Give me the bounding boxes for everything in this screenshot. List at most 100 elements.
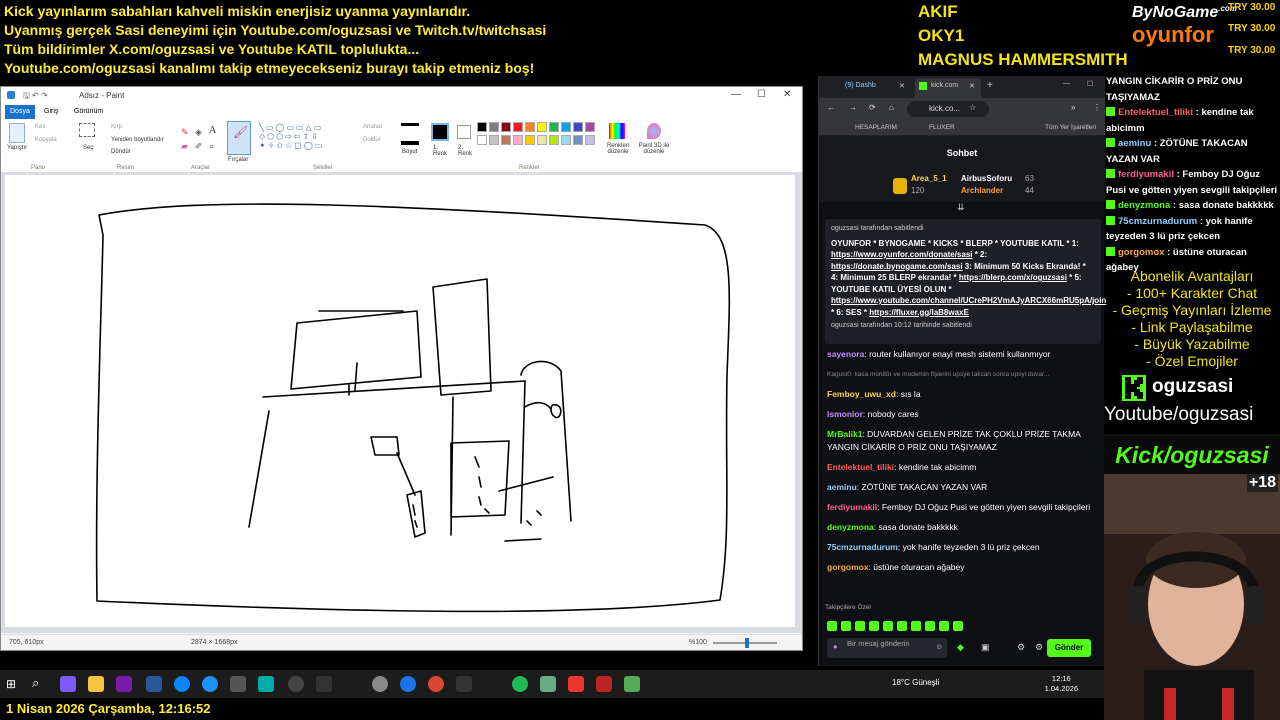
- back-icon[interactable]: ←: [827, 103, 835, 112]
- bookmark-all[interactable]: Tüm Yer İşaretleri: [1045, 124, 1096, 131]
- collapse-chevron-icon[interactable]: ⇊: [957, 202, 965, 213]
- tab-dashboard[interactable]: (9) Dashb: [845, 82, 876, 89]
- color-picker-icon[interactable]: ✐: [195, 141, 203, 152]
- paint-taskbar-icon[interactable]: [624, 676, 640, 692]
- shapes-gallery[interactable]: ╲▭◯▭▭△▭ ◇⬠⬡⇨⇦⇧⇩ ✦✧✩☆▢◯▭: [259, 123, 355, 153]
- emote-icon[interactable]: [953, 621, 963, 631]
- emote-icon[interactable]: [869, 621, 879, 631]
- palette-swatch[interactable]: [573, 122, 583, 132]
- windows-start-icon[interactable]: ⊞: [6, 676, 22, 692]
- chat-username[interactable]: Entelektuel_tiliki: [827, 462, 894, 472]
- edit-colors-label[interactable]: Renkleri düzenle: [603, 143, 633, 155]
- extensions-icon[interactable]: »: [1071, 103, 1075, 112]
- chat-username[interactable]: aeminu: [827, 482, 857, 492]
- emote-icon[interactable]: [827, 621, 837, 631]
- minimize-button[interactable]: —: [731, 89, 741, 100]
- emote-icon[interactable]: [855, 621, 865, 631]
- close-icon[interactable]: ✕: [969, 82, 975, 90]
- app-icon[interactable]: [456, 676, 472, 692]
- size-label[interactable]: Boyut: [402, 149, 417, 155]
- emote-icon[interactable]: [939, 621, 949, 631]
- fill-icon[interactable]: ◈: [195, 127, 202, 138]
- emote-icon[interactable]: [897, 621, 907, 631]
- palette-swatch[interactable]: [513, 135, 523, 145]
- chat-message-input[interactable]: ● Bir mesaj gönderin ☺: [827, 638, 947, 658]
- file-explorer-icon[interactable]: [88, 676, 104, 692]
- emote-icon[interactable]: [883, 621, 893, 631]
- pinned-link-bynogame[interactable]: https://donate.bynogame.com/sasi: [831, 262, 963, 271]
- settings-gear-icon[interactable]: ⚙: [1017, 642, 1025, 653]
- brushes-button[interactable]: 🖌: [227, 121, 251, 155]
- emote-icon[interactable]: [911, 621, 921, 631]
- microphone-icon[interactable]: ●: [833, 643, 838, 651]
- minimize-button[interactable]: —: [1063, 80, 1070, 87]
- pinned-link-fluxer[interactable]: https://fluxer.gg/laB8waxE: [869, 308, 969, 317]
- maximize-button[interactable]: ☐: [757, 89, 766, 100]
- edge-icon[interactable]: [202, 676, 218, 692]
- chat-username[interactable]: sayenora: [827, 349, 864, 359]
- forward-icon[interactable]: →: [849, 103, 857, 112]
- outline-button[interactable]: Anahat: [363, 124, 382, 130]
- leader-1-name[interactable]: Area_5_1: [911, 174, 947, 183]
- color-palette[interactable]: [477, 122, 603, 158]
- chat-username[interactable]: denyzmona: [827, 522, 874, 532]
- palette-swatch[interactable]: [501, 122, 511, 132]
- maximize-button[interactable]: ☐: [1087, 80, 1093, 88]
- edit-colors-icon[interactable]: [609, 123, 625, 139]
- leader-2-name[interactable]: AirbusSoforu: [961, 174, 1012, 183]
- star-icon[interactable]: ☆: [969, 103, 976, 112]
- chat-username[interactable]: lsmonior: [827, 409, 863, 419]
- chat-username[interactable]: 75cmzurnadurum: [827, 542, 898, 552]
- rotate-button[interactable]: Döndür: [111, 149, 131, 155]
- paste-label[interactable]: Yapıştır: [7, 145, 27, 151]
- copy-button[interactable]: Kopyala: [35, 137, 57, 143]
- color2-swatch[interactable]: [457, 125, 471, 139]
- leader-3-name[interactable]: Archlander: [961, 186, 1003, 195]
- drawing-canvas[interactable]: [5, 175, 795, 627]
- eraser-icon[interactable]: ▰: [181, 141, 188, 152]
- palette-swatch[interactable]: [585, 122, 595, 132]
- palette-swatch[interactable]: [513, 122, 523, 132]
- pinned-link-youtube[interactable]: https://www.youtube.com/channel/UCrePH2V…: [831, 296, 1106, 305]
- app-icon[interactable]: [512, 676, 528, 692]
- bookmark-hesaplarim[interactable]: HESAPLARIM: [855, 124, 897, 131]
- palette-swatch[interactable]: [525, 122, 535, 132]
- palette-swatch[interactable]: [477, 122, 487, 132]
- pinned-link-oyunfor[interactable]: https://www.oyunfor.com/donate/sasi: [831, 250, 973, 259]
- select-label[interactable]: Seç: [83, 145, 93, 151]
- tab-home[interactable]: Giriş: [39, 107, 63, 116]
- pinned-link-blerp[interactable]: https://blerp.com/x/oguzsasi: [959, 273, 1067, 282]
- color1-swatch[interactable]: [431, 123, 449, 141]
- vertical-scrollbar[interactable]: [790, 177, 800, 617]
- app-icon[interactable]: [540, 676, 556, 692]
- paint3d-label[interactable]: Paint 3D ile düzenle: [637, 143, 671, 155]
- zoom-slider-thumb[interactable]: [745, 638, 749, 648]
- new-tab-icon[interactable]: +: [987, 80, 993, 91]
- chrome-icon[interactable]: [428, 676, 444, 692]
- palette-swatch[interactable]: [489, 122, 499, 132]
- tab-view[interactable]: Görünüm: [69, 107, 108, 116]
- chat-username[interactable]: ferdiyumakil: [827, 502, 877, 512]
- resize-button[interactable]: Yeniden boyutlandır: [111, 137, 164, 143]
- chat-username[interactable]: Femboy_uwu_xd: [827, 389, 896, 399]
- gift-icon[interactable]: ▣: [981, 642, 990, 653]
- text-tool-icon[interactable]: A: [209, 125, 216, 136]
- palette-swatch[interactable]: [525, 135, 535, 145]
- palette-swatch[interactable]: [489, 135, 499, 145]
- paste-icon[interactable]: [9, 123, 25, 143]
- emoji-icon[interactable]: ☺: [935, 643, 943, 651]
- tab-file[interactable]: Dosya: [5, 105, 35, 119]
- app-icon[interactable]: [316, 676, 332, 692]
- palette-swatch[interactable]: [501, 135, 511, 145]
- app-icon[interactable]: [568, 676, 584, 692]
- refresh-app-icon[interactable]: [174, 676, 190, 692]
- size-icon[interactable]: [401, 123, 419, 145]
- home-icon[interactable]: ⌂: [889, 103, 894, 112]
- reload-icon[interactable]: ⟳: [869, 103, 876, 112]
- chat-username[interactable]: gorgomox: [827, 562, 869, 572]
- paint3d-icon[interactable]: [647, 123, 661, 139]
- app-icon[interactable]: [400, 676, 416, 692]
- weather-widget[interactable]: 18°C Güneşli: [892, 678, 939, 687]
- search-icon[interactable]: ⌕: [32, 676, 48, 692]
- cut-button[interactable]: Kes: [35, 124, 45, 130]
